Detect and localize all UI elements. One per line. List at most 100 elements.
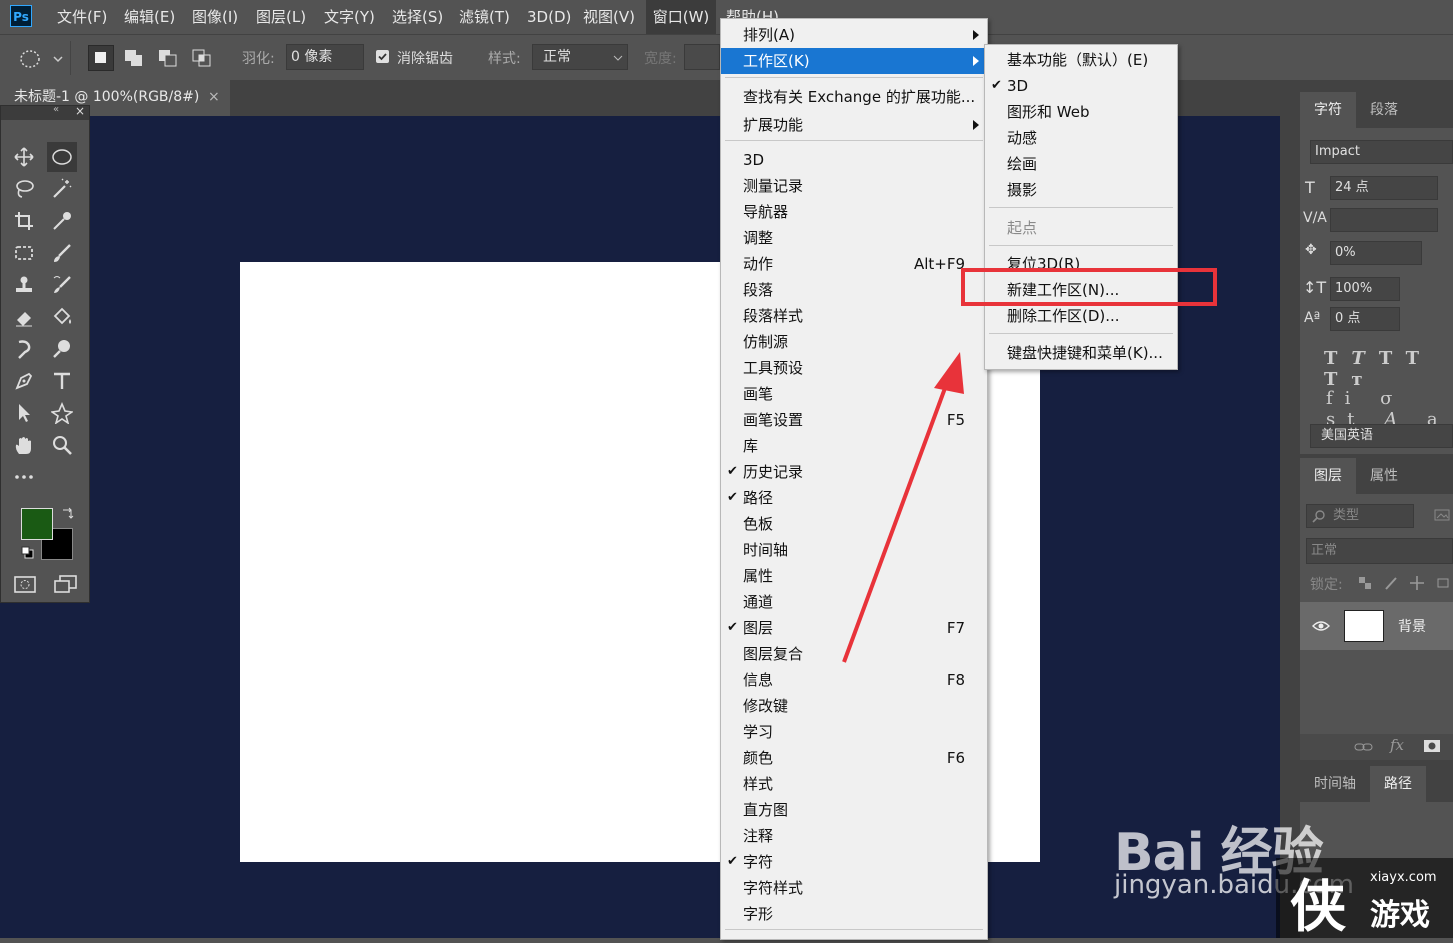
move-tool[interactable] [9, 142, 39, 172]
window-menu-item[interactable]: 直方图 [721, 797, 987, 823]
tool-preset-picker[interactable] [8, 41, 71, 75]
window-menu-item[interactable]: 字形 [721, 901, 987, 927]
menu-type[interactable]: 文字(Y) [324, 0, 375, 34]
lasso-tool[interactable] [9, 174, 39, 204]
menu-file[interactable]: 文件(F) [57, 0, 107, 34]
window-menu-item[interactable]: 查找有关 Exchange 的扩展功能... [721, 84, 987, 110]
link-icon[interactable] [1354, 741, 1374, 753]
workspace-menu-item[interactable]: 绘画 [985, 151, 1177, 177]
history-brush-tool[interactable] [47, 270, 77, 300]
mask-icon[interactable] [1423, 739, 1441, 753]
new-selection-button[interactable] [88, 45, 114, 71]
workspace-menu-item[interactable]: 键盘快捷键和菜单(K)... [985, 340, 1177, 366]
tab-timeline[interactable]: 时间轴 [1300, 766, 1370, 802]
elliptical-marquee-tool[interactable] [47, 142, 77, 172]
eyedropper-tool[interactable] [47, 206, 77, 236]
baseline-input[interactable]: 0 点 [1330, 307, 1400, 331]
layer-row-background[interactable]: 背景 [1300, 602, 1453, 650]
brush-tool[interactable] [47, 238, 77, 268]
width-input[interactable] [684, 44, 720, 70]
tab-paths[interactable]: 路径 [1370, 766, 1426, 802]
dodge-tool[interactable] [47, 334, 77, 364]
swap-colors-icon[interactable] [61, 506, 75, 520]
workspace-menu-item[interactable]: 图形和 Web [985, 99, 1177, 125]
tab-character[interactable]: 字符 [1300, 92, 1356, 128]
menu-3d[interactable]: 3D(D) [527, 0, 571, 34]
scale-input[interactable]: 0% [1330, 241, 1422, 265]
pen-tool[interactable] [9, 366, 39, 396]
antialias-checkbox[interactable] [376, 50, 389, 63]
window-menu-item[interactable]: 修改键 [721, 693, 987, 719]
faux-style-buttons[interactable]: TTTT Tт [1324, 348, 1453, 390]
workspace-menu-item[interactable]: 基本功能（默认）(E) [985, 47, 1177, 73]
workspace-menu-item[interactable]: 动感 [985, 125, 1177, 151]
kerning-input[interactable] [1330, 208, 1438, 232]
window-menu-item[interactable]: 扩展功能 [721, 112, 987, 138]
quick-mask-icon[interactable] [13, 574, 39, 596]
tab-layers[interactable]: 图层 [1300, 458, 1356, 494]
hand-tool[interactable] [9, 430, 39, 460]
clone-stamp-tool[interactable] [9, 270, 39, 300]
eraser-tool[interactable] [9, 302, 39, 332]
paint-bucket-tool[interactable] [47, 302, 77, 332]
foreground-color-swatch[interactable] [21, 508, 53, 540]
window-menu-item[interactable]: 注释 [721, 823, 987, 849]
path-selection-tool[interactable] [9, 398, 39, 428]
window-menu-item[interactable]: 测量记录 [721, 173, 987, 199]
window-menu-item[interactable]: 调整 [721, 225, 987, 251]
toolbar-header[interactable]: « × [1, 104, 89, 120]
close-panel-icon[interactable]: × [75, 104, 85, 118]
crop-tool[interactable] [9, 206, 39, 236]
default-colors-icon[interactable] [21, 546, 35, 560]
lock-position-icon[interactable] [1410, 576, 1424, 590]
workspace-menu-item[interactable]: 摄影 [985, 177, 1177, 203]
menu-layer[interactable]: 图层(L) [256, 0, 306, 34]
window-menu-item[interactable]: 学习 [721, 719, 987, 745]
type-tool[interactable] [47, 366, 77, 396]
font-family-select[interactable]: Impact [1310, 140, 1453, 164]
menu-filter[interactable]: 滤镜(T) [459, 0, 510, 34]
window-menu-item[interactable]: 字符 ✔ [721, 849, 987, 875]
font-size-input[interactable]: 24 点 [1330, 176, 1438, 200]
eye-icon[interactable] [1312, 619, 1330, 633]
window-menu-item[interactable]: 导航器 [721, 199, 987, 225]
feather-input[interactable]: 0 像素 [286, 44, 364, 70]
language-select[interactable]: 美国英语 [1310, 424, 1453, 448]
window-menu-item[interactable]: 样式 [721, 771, 987, 797]
smudge-tool[interactable] [9, 334, 39, 364]
fx-icon[interactable]: fx [1390, 736, 1404, 754]
window-menu-item[interactable]: 动作 Alt+F9 [721, 251, 987, 277]
window-menu-item[interactable]: 字符样式 [721, 875, 987, 901]
window-menu-item[interactable]: 段落 [721, 277, 987, 303]
zoom-tool[interactable] [47, 430, 77, 460]
collapse-icon[interactable]: « [53, 104, 59, 115]
magic-wand-tool[interactable] [47, 174, 77, 204]
menu-window[interactable]: 窗口(W) [646, 0, 716, 34]
frame-tool[interactable] [9, 238, 39, 268]
intersect-selection-icon[interactable] [190, 47, 214, 69]
image-filter-icon[interactable] [1434, 508, 1450, 522]
add-selection-icon[interactable] [122, 47, 146, 69]
menu-select[interactable]: 选择(S) [392, 0, 443, 34]
window-menu-item[interactable]: 工作区(K) [721, 48, 987, 74]
tab-properties[interactable]: 属性 [1356, 458, 1412, 494]
menu-view[interactable]: 视图(V) [583, 0, 635, 34]
lock-image-icon[interactable] [1384, 576, 1398, 590]
workspace-menu-item[interactable]: 3D ✔ [985, 73, 1177, 99]
lock-artboard-icon[interactable] [1436, 576, 1450, 590]
window-menu-item[interactable]: 3D [721, 147, 987, 173]
menu-edit[interactable]: 编辑(E) [124, 0, 175, 34]
window-menu-item[interactable]: 颜色 F6 [721, 745, 987, 771]
vertical-scale-input[interactable]: 100% [1330, 277, 1400, 301]
screen-mode-icon[interactable] [53, 574, 79, 596]
workspace-menu-item[interactable]: 删除工作区(D)... [985, 303, 1177, 329]
more-tools-button[interactable] [9, 462, 39, 492]
menu-image[interactable]: 图像(I) [192, 0, 238, 34]
style-select[interactable]: 正常 [532, 44, 628, 70]
window-menu-item[interactable]: 段落样式 [721, 303, 987, 329]
blend-mode-select[interactable]: 正常 [1306, 538, 1453, 564]
tab-paragraph[interactable]: 段落 [1356, 92, 1412, 128]
custom-shape-tool[interactable] [47, 398, 77, 428]
window-menu-item[interactable]: 排列(A) [721, 22, 987, 48]
close-tab-icon[interactable]: × [208, 80, 220, 114]
